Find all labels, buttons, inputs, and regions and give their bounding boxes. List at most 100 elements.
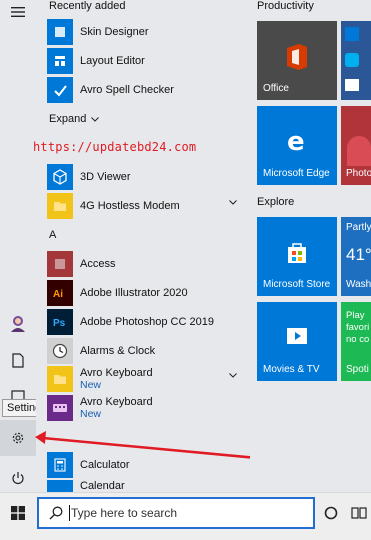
tile-spotify[interactable]: Play favori no co Spoti [341, 302, 371, 381]
outlook-icon [345, 27, 359, 41]
app-layout-editor[interactable]: Layout Editor [47, 47, 247, 75]
tile-label: Spoti [346, 364, 369, 375]
app-avro-spell-checker[interactable]: Avro Spell Checker [47, 76, 247, 104]
app-label: 3D Viewer [80, 171, 131, 183]
spotify-text: no co [346, 334, 370, 345]
power-icon [12, 472, 24, 485]
group-explore[interactable]: Explore [257, 196, 294, 208]
documents-button[interactable] [0, 342, 36, 378]
hamburger-icon [11, 7, 25, 17]
hamburger-menu-button[interactable] [0, 0, 36, 30]
chevron-down-icon [91, 116, 100, 122]
app-calendar[interactable]: Calendar [47, 480, 247, 492]
expand-toggle[interactable]: Expand [49, 113, 100, 125]
store-icon [288, 243, 306, 263]
app-adobe-illustrator[interactable]: Ai Adobe Illustrator 2020 [47, 279, 247, 307]
photo-preview [347, 136, 371, 166]
avro-keyboard-icon [47, 395, 73, 421]
new-badge: New [80, 408, 102, 420]
app-3d-viewer[interactable]: 3D Viewer [47, 163, 247, 191]
tile-label: Movies & TV [263, 364, 320, 375]
tile-label: Microsoft Edge [263, 168, 330, 179]
power-button[interactable] [0, 460, 36, 496]
svg-text:e: e [287, 128, 305, 154]
search-icon [49, 506, 63, 520]
app-label: 4G Hostless Modem [80, 200, 180, 212]
calendar-icon [47, 480, 73, 492]
weather-temperature: 41° [346, 245, 371, 264]
start-button[interactable] [0, 493, 36, 533]
app-label: Avro Keyboard New [80, 367, 153, 391]
spotify-text: favori [346, 322, 370, 333]
skype-icon [345, 53, 359, 67]
app-name: Avro Keyboard [80, 367, 153, 379]
app-label: Alarms & Clock [80, 345, 156, 357]
movies-icon [287, 328, 307, 344]
group-productivity[interactable]: Productivity [257, 0, 314, 12]
task-view-button[interactable] [346, 497, 371, 529]
illustrator-icon: Ai [47, 280, 73, 306]
tile-label: Photo [346, 168, 371, 179]
app-label: Layout Editor [80, 55, 145, 67]
app-access[interactable]: Access [47, 250, 247, 278]
tile-office[interactable]: Office [257, 21, 337, 100]
app-adobe-photoshop[interactable]: Ps Adobe Photoshop CC 2019 [47, 308, 247, 336]
app-label: Avro Keyboard New [80, 396, 153, 420]
tile-weather[interactable]: Partly 41° Washi [341, 217, 371, 296]
app-label: Avro Spell Checker [80, 84, 174, 96]
text-cursor [69, 505, 70, 521]
tile-photos[interactable]: Photo [341, 106, 371, 185]
cortana-icon [324, 506, 338, 520]
recently-added-heading: Recently added [49, 0, 126, 12]
app-name: Avro Keyboard [80, 396, 153, 408]
gear-icon [12, 432, 24, 444]
3d-viewer-icon [47, 164, 73, 190]
weather-condition: Partly [346, 222, 371, 233]
app-4g-hostless-modem[interactable]: 4G Hostless Modem [47, 192, 247, 220]
watermark-url: https://updatebd24.com [33, 140, 197, 154]
tile-mini-group[interactable] [341, 21, 371, 100]
tile-movies-tv[interactable]: Movies & TV [257, 302, 337, 381]
account-button[interactable] [0, 305, 36, 341]
app-skin-designer[interactable]: Skin Designer [47, 18, 247, 46]
app-label: Adobe Illustrator 2020 [80, 287, 188, 299]
app-list[interactable]: Recently added Skin Designer Layout Edit… [35, 0, 258, 492]
tile-edge[interactable]: e Microsoft Edge [257, 106, 337, 185]
folder-icon [47, 193, 73, 219]
chevron-down-icon[interactable] [229, 373, 237, 378]
office-icon [287, 44, 307, 70]
search-box[interactable]: Type here to search [37, 497, 315, 529]
layout-editor-icon [47, 48, 73, 74]
search-placeholder: Type here to search [71, 506, 178, 520]
expand-label: Expand [49, 113, 87, 125]
photoshop-icon: Ps [47, 309, 73, 335]
tile-store[interactable]: Microsoft Store [257, 217, 337, 296]
app-label: Adobe Photoshop CC 2019 [80, 316, 214, 328]
avatar-icon [11, 316, 25, 332]
document-icon [12, 352, 24, 368]
svg-text:Ai: Ai [53, 289, 63, 300]
tile-label: Microsoft Store [263, 279, 331, 290]
access-icon [47, 251, 73, 277]
skin-designer-icon [47, 19, 73, 45]
cortana-button[interactable] [318, 497, 344, 529]
app-label: Calendar [80, 480, 125, 492]
red-arrow-annotation [35, 431, 258, 460]
app-label: Skin Designer [80, 26, 149, 38]
app-avro-keyboard[interactable]: Avro Keyboard New [47, 394, 247, 422]
weather-location: Washi [346, 279, 371, 290]
edge-icon: e [287, 128, 305, 154]
letter-header-a[interactable]: A [49, 229, 56, 241]
folder-icon [47, 366, 73, 392]
app-alarms-clock[interactable]: Alarms & Clock [47, 337, 247, 365]
mail-icon [345, 79, 359, 91]
chevron-down-icon[interactable] [229, 200, 237, 205]
new-badge: New [80, 379, 102, 391]
app-label: Access [80, 258, 116, 270]
svg-text:Ps: Ps [53, 318, 66, 329]
tile-label: Office [263, 83, 289, 94]
start-rail [0, 0, 36, 492]
taskbar: Type here to search [0, 492, 371, 540]
spell-checker-icon [47, 77, 73, 103]
app-avro-keyboard-folder[interactable]: Avro Keyboard New [47, 365, 247, 393]
